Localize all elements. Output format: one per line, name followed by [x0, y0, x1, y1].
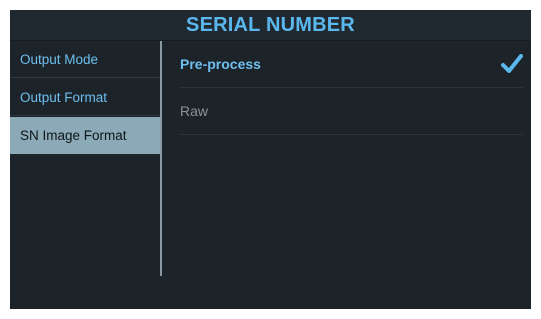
- sidebar: Output Mode Output Format SN Image Forma…: [10, 41, 160, 309]
- sidebar-item-label: SN Image Format: [20, 128, 127, 143]
- sidebar-item-output-format[interactable]: Output Format: [10, 79, 160, 116]
- sidebar-item-output-mode[interactable]: Output Mode: [10, 41, 160, 78]
- option-raw[interactable]: Raw: [180, 88, 523, 135]
- sidebar-item-sn-image-format[interactable]: SN Image Format: [10, 117, 160, 154]
- header-bar: SERIAL NUMBER: [10, 10, 531, 41]
- option-label: Raw: [180, 103, 209, 119]
- sidebar-divider: [160, 41, 162, 276]
- serial-number-screen: SERIAL NUMBER Output Mode Output Format …: [10, 10, 531, 309]
- sidebar-item-label: Output Format: [20, 89, 108, 105]
- option-pre-process[interactable]: Pre-process: [180, 41, 523, 88]
- option-label: Pre-process: [180, 56, 261, 72]
- page-title: SERIAL NUMBER: [186, 13, 355, 36]
- checkmark-icon: [501, 54, 523, 73]
- sidebar-item-label: Output Mode: [20, 51, 99, 67]
